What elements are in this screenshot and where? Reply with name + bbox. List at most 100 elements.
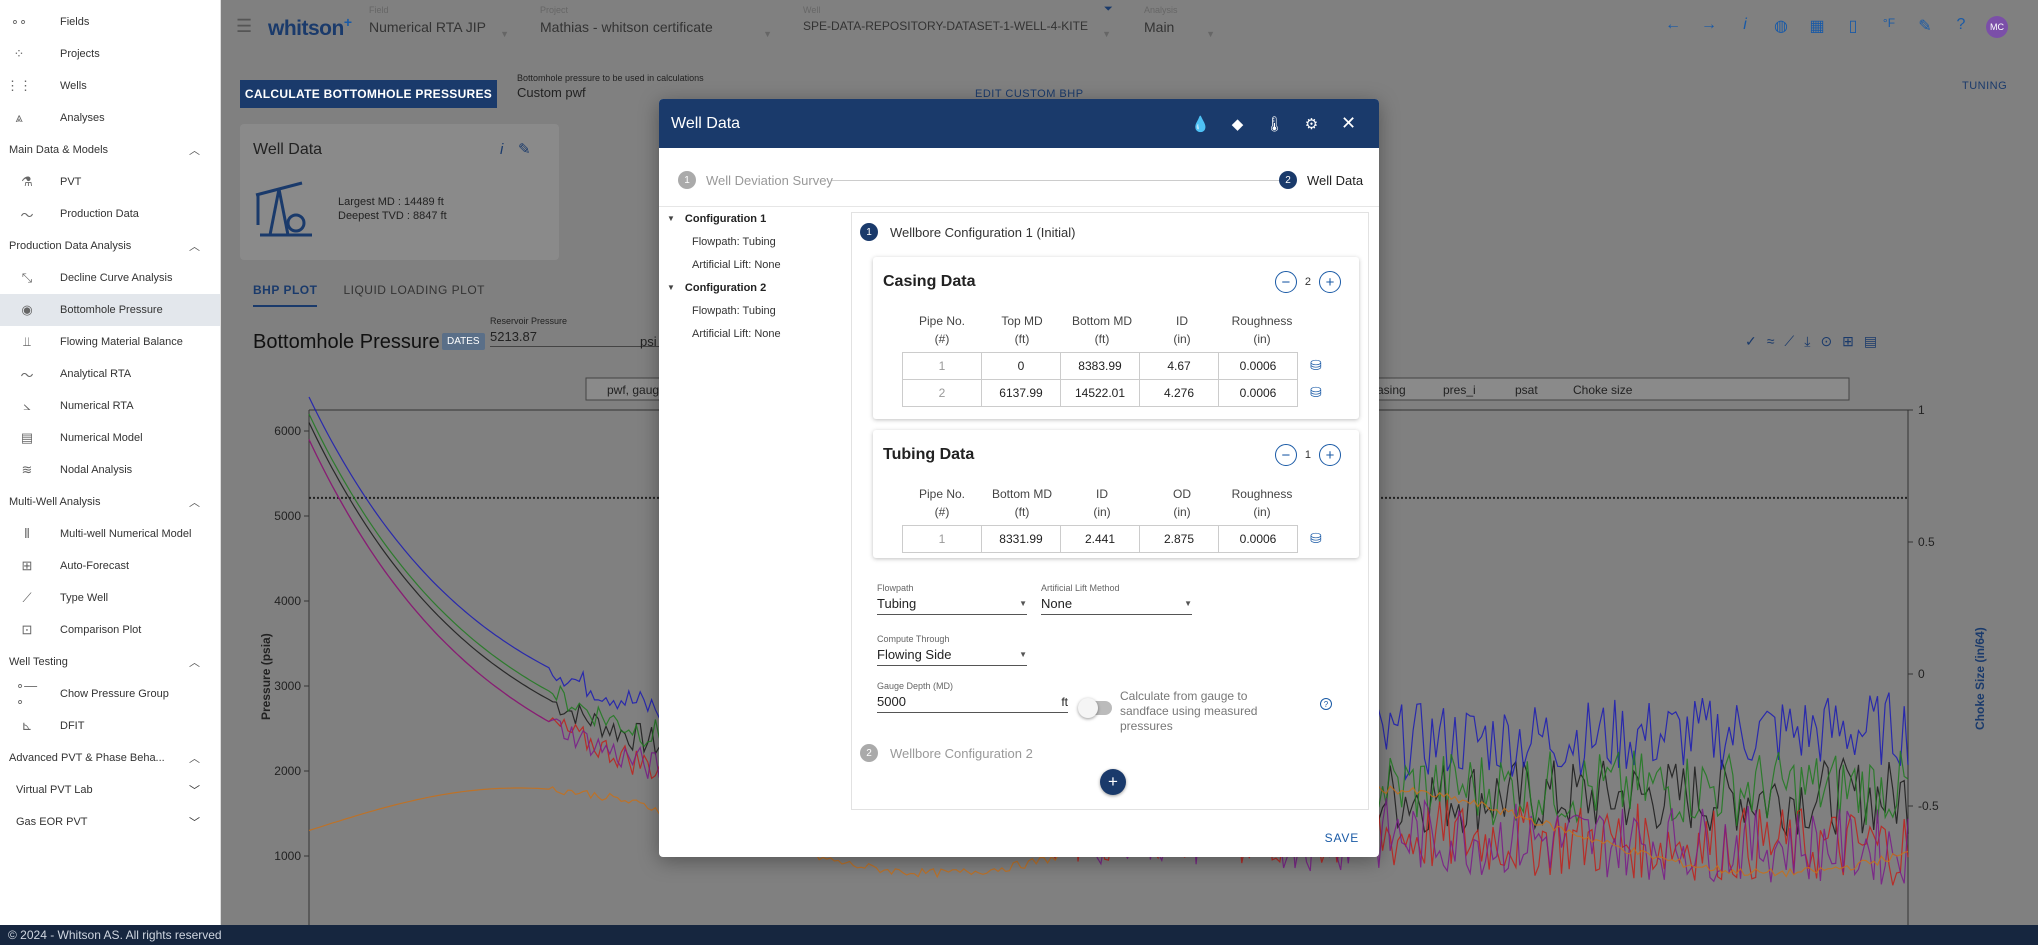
calculator-icon[interactable]: ▦ — [1806, 16, 1828, 38]
sidebar-item-analyses[interactable]: ⩓ Analyses — [0, 102, 220, 134]
help-icon[interactable]: ? — [1950, 16, 1972, 38]
tree-item[interactable]: Artificial Lift: None — [659, 253, 849, 276]
step-deviation-survey[interactable]: 1 Well Deviation Survey — [678, 171, 833, 189]
forward-arrow-icon[interactable]: → — [1698, 16, 1720, 38]
info-icon[interactable]: i — [500, 141, 503, 158]
sidebar-item-dca[interactable]: ⤡ Decline Curve Analysis — [0, 262, 220, 294]
tab-liquid-loading[interactable]: LIQUID LOADING PLOT — [343, 283, 485, 297]
thermometer-icon[interactable]: 🌡 — [1256, 115, 1293, 133]
help-icon[interactable]: ? — [1320, 698, 1332, 710]
section-advanced-pvt[interactable]: Advanced PVT & Phase Beha... ︿ — [0, 742, 220, 774]
zoom-icon[interactable]: ⊙ — [1820, 333, 1832, 350]
sidebar-item-pvt[interactable]: ⚗ PVT — [0, 166, 220, 198]
calculate-bhp-button[interactable]: CALCULATE BOTTOMHOLE PRESSURES — [240, 80, 497, 108]
check-icon[interactable]: ✓ — [1745, 333, 1757, 350]
cell-input[interactable]: 2.441 — [1060, 525, 1140, 553]
sidebar-item-multi-well-numerical[interactable]: ⫴ Multi-well Numerical Model — [0, 518, 220, 550]
sidebar-item-virtual-pvt[interactable]: Virtual PVT Lab ﹀ — [0, 774, 220, 806]
sidebar-item-numerical-rta[interactable]: ⦣ Numerical RTA — [0, 390, 220, 422]
cell-input[interactable]: 8331.99 — [981, 525, 1061, 553]
field-select[interactable]: Field Numerical RTA JIP ▼ — [369, 5, 509, 39]
water-drop-icon[interactable]: ◆ — [1219, 115, 1256, 133]
cell-input[interactable]: 0.0006 — [1218, 525, 1298, 553]
cell-input[interactable]: 0.0006 — [1218, 352, 1298, 380]
well-select[interactable]: Well SPE-DATA-REPOSITORY-DATASET-1-WELL-4… — [803, 5, 1111, 39]
calculate-from-gauge-toggle[interactable] — [1078, 698, 1112, 718]
close-icon[interactable]: ✕ — [1330, 113, 1367, 134]
section-production-data-analysis[interactable]: Production Data Analysis ︿ — [0, 230, 220, 262]
minus-icon[interactable]: − — [1274, 444, 1297, 466]
sidebar-item-dfit[interactable]: ⊾ DFIT — [0, 710, 220, 742]
sidebar-item-fmb[interactable]: ⫫ Flowing Material Balance — [0, 326, 220, 358]
sidebar-item-gas-eor[interactable]: Gas EOR PVT ﹀ — [0, 806, 220, 838]
wellbore-config-2-header[interactable]: 2 Wellbore Configuration 2 — [860, 744, 1033, 762]
fit-icon[interactable]: ⊞ — [1842, 333, 1854, 350]
analysis-select[interactable]: Analysis Main ▼ — [1144, 5, 1215, 39]
filter-icon[interactable]: ⏷ — [1104, 3, 1113, 16]
back-arrow-icon[interactable]: ← — [1662, 16, 1684, 38]
units-icon[interactable]: °F — [1878, 16, 1900, 38]
oil-drop-alert-icon[interactable]: 💧 — [1182, 115, 1219, 133]
cell-input[interactable]: 14522.01 — [1060, 379, 1140, 407]
sidebar-item-fields[interactable]: ∘∘ Fields — [0, 6, 220, 38]
sidebar-item-analytical-rta[interactable]: 〜 Analytical RTA — [0, 358, 220, 390]
avatar[interactable]: MC — [1986, 16, 2008, 38]
save-button[interactable]: SAVE — [1325, 831, 1359, 845]
step-well-data[interactable]: 2 Well Data — [1279, 171, 1363, 189]
section-multi-well[interactable]: Multi-Well Analysis ︿ — [0, 486, 220, 518]
gauge-depth-input[interactable]: Gauge Depth (MD) 5000 ft — [877, 681, 1068, 713]
project-select[interactable]: Project Mathias - whitson certificate ▼ — [540, 5, 772, 39]
sidebar-item-auto-forecast[interactable]: ⊞ Auto-Forecast — [0, 550, 220, 582]
info-icon[interactable]: i — [1734, 16, 1756, 38]
tree-item[interactable]: Flowpath: Tubing — [659, 230, 849, 253]
tree-config-2[interactable]: ▼ Configuration 2 — [659, 276, 849, 299]
pipe-lookup-icon[interactable]: ⛁ — [1310, 357, 1322, 374]
edit-icon[interactable]: ✎ — [518, 140, 531, 158]
add-configuration-button[interactable]: + — [1100, 769, 1126, 795]
sidebar-item-comparison-plot[interactable]: ⊡ Comparison Plot — [0, 614, 220, 646]
cell-input[interactable]: 4.276 — [1139, 379, 1219, 407]
document-icon[interactable]: ▯ — [1842, 16, 1864, 38]
plus-icon[interactable]: + — [1319, 271, 1341, 293]
sidebar-item-type-well[interactable]: ⟋ Type Well — [0, 582, 220, 614]
export-icon[interactable]: ▤ — [1864, 333, 1877, 350]
section-well-testing[interactable]: Well Testing ︿ — [0, 646, 220, 678]
cell-input[interactable]: 6137.99 — [981, 379, 1061, 407]
dates-button[interactable]: DATES — [442, 333, 485, 350]
tree-item[interactable]: Flowpath: Tubing — [659, 299, 849, 322]
sidebar-item-production-data[interactable]: 〜 Production Data — [0, 198, 220, 230]
bhp-source-select[interactable]: Bottomhole pressure to be used in calcul… — [517, 73, 943, 100]
tab-bhp-plot[interactable]: BHP PLOT — [253, 283, 318, 307]
log-scale-icon[interactable]: ⟋ — [1784, 333, 1794, 350]
cell-input[interactable]: 0 — [981, 352, 1061, 380]
globe-icon[interactable]: ◍ — [1770, 16, 1792, 38]
sidebar-item-projects[interactable]: ⁘ Projects — [0, 38, 220, 70]
plus-icon[interactable]: + — [1319, 444, 1341, 466]
sidebar-item-chow[interactable]: ∘—∘ Chow Pressure Group — [0, 678, 220, 710]
edit-chart-icon[interactable]: ✎ — [1914, 16, 1936, 38]
tree-config-1[interactable]: ▼ Configuration 1 — [659, 207, 849, 230]
smooth-icon[interactable]: ≈ — [1767, 333, 1775, 350]
artificial-lift-select[interactable]: Artificial Lift Method None ▼ — [1041, 583, 1192, 615]
tuning-button[interactable]: TUNING — [1962, 80, 2007, 92]
pipe-lookup-icon[interactable]: ⛁ — [1310, 384, 1322, 401]
reservoir-pressure-field[interactable]: Reservoir Pressure 5213.87 — [490, 316, 660, 347]
cell-input[interactable]: 0.0006 — [1218, 379, 1298, 407]
flowpath-select[interactable]: Flowpath Tubing ▼ — [877, 583, 1027, 615]
sidebar-item-bottomhole-pressure[interactable]: ◉ Bottomhole Pressure — [0, 294, 220, 326]
menu-icon[interactable]: ☰ — [236, 16, 252, 37]
pipe-lookup-icon[interactable]: ⛁ — [1310, 530, 1322, 547]
gear-icon[interactable]: ⚙ — [1293, 115, 1330, 133]
section-main-data[interactable]: Main Data & Models ︿ — [0, 134, 220, 166]
download-icon[interactable]: ⤓ — [1804, 333, 1810, 350]
cell-input[interactable]: 8383.99 — [1060, 352, 1140, 380]
cell-input[interactable]: 4.67 — [1139, 352, 1219, 380]
sidebar-item-numerical-model[interactable]: ▤ Numerical Model — [0, 422, 220, 454]
minus-icon[interactable]: − — [1274, 271, 1297, 293]
sidebar-item-nodal-analysis[interactable]: ≋ Nodal Analysis — [0, 454, 220, 486]
sidebar-item-wells[interactable]: ⋮⋮ Wells — [0, 70, 220, 102]
cell-input[interactable]: 2.875 — [1139, 525, 1219, 553]
tree-item[interactable]: Artificial Lift: None — [659, 322, 849, 345]
compute-through-select[interactable]: Compute Through Flowing Side ▼ — [877, 634, 1027, 666]
wellbore-config-1-header[interactable]: 1 Wellbore Configuration 1 (Initial) — [860, 223, 1075, 241]
